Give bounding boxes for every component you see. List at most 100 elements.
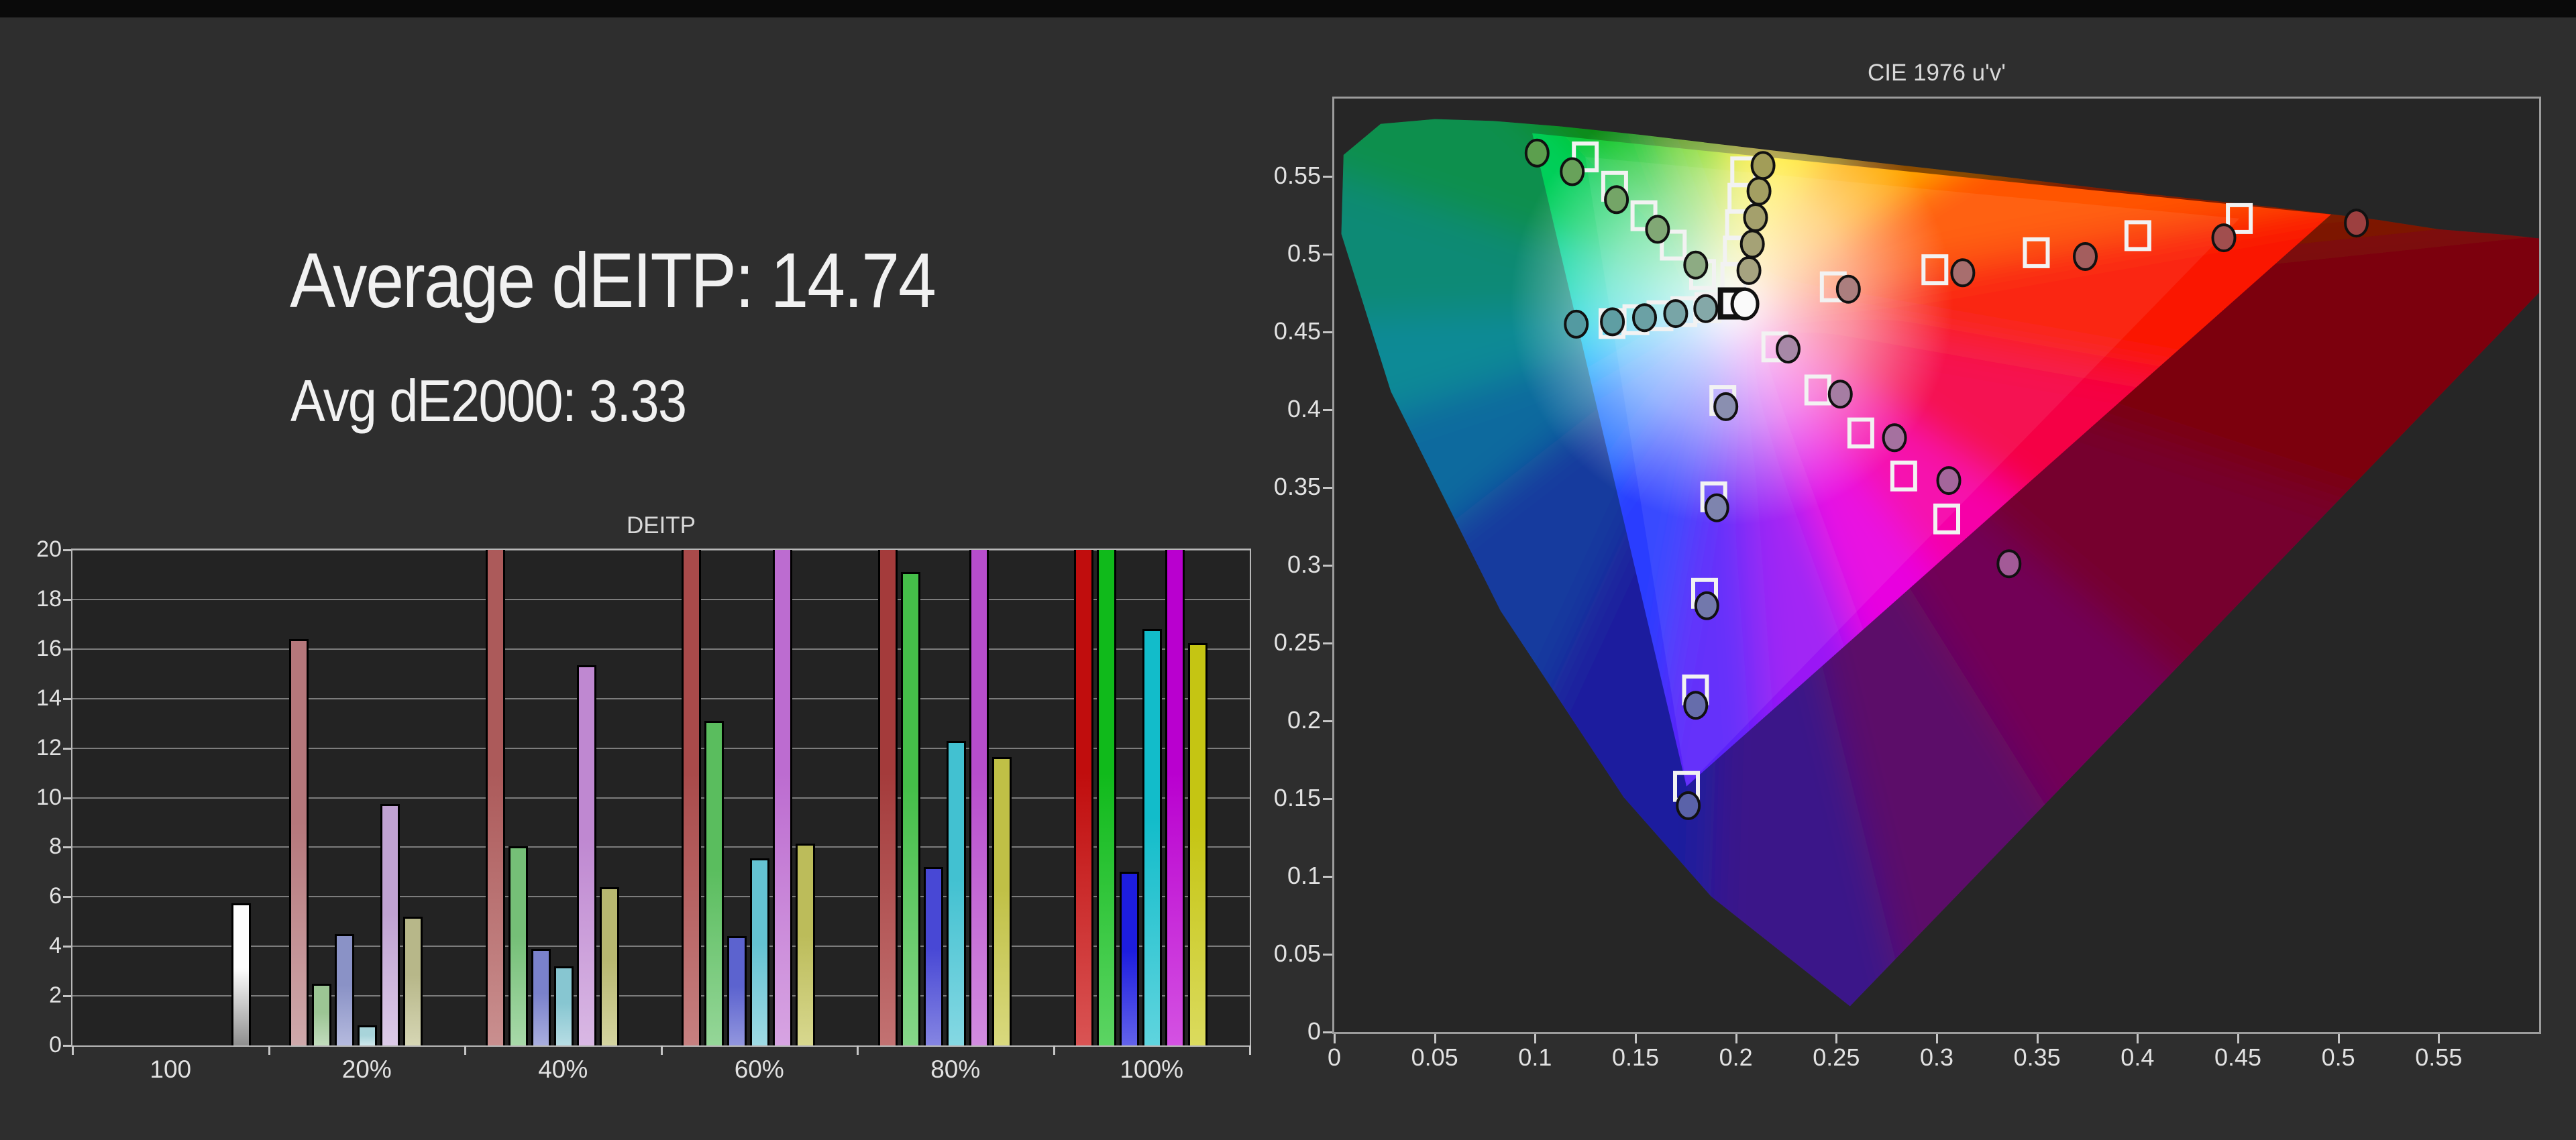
red-saturation-sweep-measured bbox=[2344, 209, 2369, 238]
blue-saturation-sweep-measured bbox=[1683, 691, 1709, 720]
cie-1976-diagram-plot bbox=[1334, 99, 2539, 1032]
bar-chart-xtick-label: 40% bbox=[538, 1056, 588, 1083]
cie-xtick-label: 0.55 bbox=[2415, 1043, 2463, 1071]
bar-chart-bar bbox=[773, 550, 793, 1045]
cyan-saturation-sweep-measured bbox=[1663, 299, 1688, 329]
cie-xtick-label: 0 bbox=[1327, 1043, 1342, 1071]
bar-chart-xtick-label: 60% bbox=[734, 1056, 784, 1083]
cie-ytick-label: 0.2 bbox=[1287, 706, 1321, 734]
bar-chart-xtick-dash bbox=[1053, 1045, 1055, 1055]
red-saturation-sweep-measured bbox=[1835, 274, 1861, 304]
cie-ytick-dash bbox=[1323, 409, 1332, 411]
cyan-saturation-sweep-measured bbox=[1632, 303, 1657, 333]
cie-diagram-title: CIE 1976 u'v' bbox=[1868, 60, 2006, 86]
cie-ytick-dash bbox=[1323, 954, 1332, 956]
green-saturation-sweep-measured bbox=[1524, 138, 1550, 168]
cie-xtick-dash bbox=[2036, 1034, 2039, 1043]
calibration-report: Average dEITP: 14.74 Avg dE2000: 3.33 DE… bbox=[0, 0, 2576, 1140]
blue-saturation-sweep-measured bbox=[1713, 392, 1739, 421]
top-black-strip bbox=[0, 0, 2576, 17]
cie-xtick-label: 0.15 bbox=[1611, 1043, 1660, 1071]
bar-chart-gridline bbox=[72, 598, 1250, 600]
cie-xtick-label: 0.05 bbox=[1411, 1043, 1458, 1071]
bar-chart-bar bbox=[312, 983, 332, 1045]
magenta-saturation-sweep-measured bbox=[1882, 423, 1907, 453]
bar-chart-ytick-dash bbox=[63, 797, 71, 799]
cie-ytick-dash bbox=[1323, 253, 1332, 255]
cie-ytick-label: 0.4 bbox=[1287, 395, 1321, 422]
cie-xtick-dash bbox=[2337, 1034, 2340, 1043]
bar-chart-ytick-dash bbox=[63, 598, 71, 601]
bar-chart-bar bbox=[969, 550, 989, 1045]
cie-ytick-label: 0.55 bbox=[1273, 162, 1321, 189]
cie-xtick-label: 0.35 bbox=[2013, 1043, 2061, 1071]
bar-chart-ytick-label: 8 bbox=[49, 834, 62, 860]
cie-ytick-dash bbox=[1323, 798, 1332, 800]
average-deitp-summary: Average dEITP: 14.74 bbox=[290, 237, 936, 324]
bar-chart-ytick-label: 14 bbox=[36, 685, 62, 711]
bar-chart-bar bbox=[704, 720, 724, 1045]
bar-chart-bar bbox=[531, 948, 551, 1045]
bar-chart-bar bbox=[599, 887, 619, 1045]
bar-chart-ytick-label: 6 bbox=[49, 883, 62, 909]
cie-xtick-label: 0.5 bbox=[2321, 1043, 2355, 1071]
average-de2000-summary: Avg dE2000: 3.33 bbox=[290, 367, 687, 434]
bar-chart-ytick-label: 0 bbox=[49, 1032, 62, 1058]
magenta-saturation-sweep-measured bbox=[1996, 549, 2022, 579]
cie-xtick-label: 0.25 bbox=[1813, 1043, 1860, 1071]
bar-chart-xtick-label: 80% bbox=[930, 1056, 981, 1083]
green-saturation-sweep-measured bbox=[1560, 157, 1585, 186]
bar-chart-gridline bbox=[72, 648, 1250, 650]
yellow-saturation-sweep-measured bbox=[1739, 229, 1765, 259]
red-saturation-sweep-measured bbox=[2211, 223, 2237, 253]
magenta-saturation-sweep-measured bbox=[1827, 380, 1853, 409]
bar-chart-gridline bbox=[72, 846, 1250, 848]
cie-xtick-dash bbox=[1434, 1034, 1436, 1043]
cie-ytick-label: 0.05 bbox=[1273, 939, 1321, 967]
white-point-measured bbox=[1730, 287, 1760, 321]
bar-chart-bar bbox=[1165, 550, 1185, 1045]
bar-chart-ytick-label: 10 bbox=[36, 784, 62, 810]
bar-chart-ytick-label: 2 bbox=[49, 982, 62, 1009]
bar-chart-bar bbox=[900, 572, 920, 1045]
cie-ytick-label: 0.25 bbox=[1273, 628, 1321, 656]
bar-chart-title: DEITP bbox=[626, 512, 696, 538]
magenta-saturation-sweep-measured bbox=[1936, 466, 1962, 496]
bar-chart-ytick-dash bbox=[63, 648, 71, 650]
bar-chart-bar bbox=[750, 858, 770, 1045]
yellow-saturation-sweep-measured bbox=[1750, 151, 1776, 180]
bar-chart-xtick-dash bbox=[464, 1045, 466, 1055]
cie-xtick-dash bbox=[1735, 1034, 1737, 1043]
cie-ytick-dash bbox=[1323, 176, 1332, 178]
bar-chart-gridline bbox=[72, 797, 1250, 799]
bar-chart-ytick-dash bbox=[63, 846, 71, 849]
bar-chart-bar bbox=[877, 550, 898, 1045]
cie-xtick-dash bbox=[1635, 1034, 1637, 1043]
green-saturation-sweep-measured bbox=[1645, 215, 1670, 244]
cie-ytick-label: 0 bbox=[1307, 1017, 1321, 1045]
bar-chart-bar bbox=[682, 550, 702, 1045]
cie-xtick-dash bbox=[1835, 1034, 1838, 1043]
blue-saturation-sweep-measured bbox=[1676, 791, 1701, 820]
bar-chart-bar bbox=[796, 843, 816, 1045]
bar-chart-bar bbox=[991, 756, 1012, 1045]
bar-chart-bar bbox=[380, 803, 400, 1045]
cie-ytick-label: 0.45 bbox=[1273, 317, 1321, 345]
bar-chart-xtick-dash bbox=[72, 1045, 74, 1055]
bar-chart-ytick-dash bbox=[63, 946, 71, 948]
red-saturation-sweep-measured bbox=[2073, 242, 2098, 271]
bar-chart-xtick-dash bbox=[857, 1045, 859, 1055]
yellow-saturation-sweep-measured bbox=[1743, 203, 1768, 232]
cie-xtick-dash bbox=[1936, 1034, 1938, 1043]
cie-ytick-label: 0.5 bbox=[1287, 239, 1321, 267]
cie-ytick-label: 0.1 bbox=[1287, 862, 1321, 889]
cie-ytick-label: 0.3 bbox=[1287, 551, 1321, 578]
bar-chart-xtick-label: 100 bbox=[150, 1056, 192, 1083]
deitp-bar-chart-plot bbox=[72, 549, 1250, 1045]
bar-chart-ytick-label: 4 bbox=[49, 933, 62, 959]
bar-chart-gridline bbox=[72, 549, 1250, 551]
cie-xtick-label: 0.1 bbox=[1518, 1043, 1552, 1071]
bar-chart-ytick-dash bbox=[63, 1045, 71, 1047]
bar-chart-ytick-dash bbox=[63, 896, 71, 899]
green-saturation-sweep-measured bbox=[1604, 185, 1629, 215]
